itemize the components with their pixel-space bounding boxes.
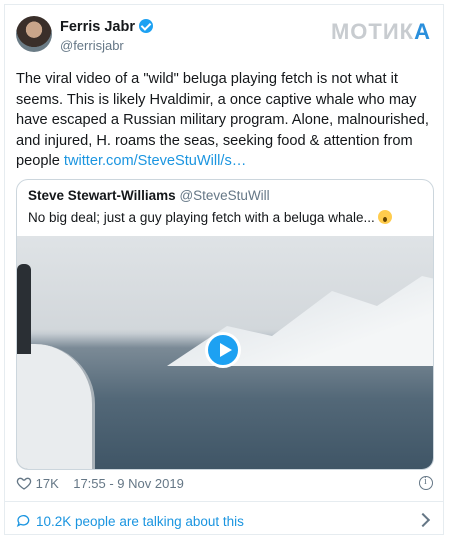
author-handle[interactable]: @ferrisjabr <box>60 38 124 53</box>
watermark-text: МОТИК <box>330 19 415 44</box>
verified-badge-icon <box>138 19 153 33</box>
video-player[interactable] <box>17 236 433 469</box>
quoted-text: No big deal; just a guy playing fetch wi… <box>28 210 393 225</box>
quoted-author-name: Steve Stewart-Williams <box>28 188 176 203</box>
talking-text[interactable]: 10.2K people are talking about this <box>36 514 244 529</box>
tweet-meta: 17K 17:55 - 9 Nov 2019 <box>16 475 184 491</box>
play-button-icon[interactable] <box>205 332 241 368</box>
info-icon[interactable] <box>419 476 433 490</box>
quoted-tweet[interactable]: Steve Stewart-Williams @SteveStuWill No … <box>16 179 434 470</box>
talking-link[interactable]: 10.2K people are talking about this <box>16 513 244 529</box>
quoted-text-body: No big deal; just a guy playing fetch wi… <box>28 210 379 225</box>
tweet-link[interactable]: twitter.com/SteveStuWill/s… <box>64 153 246 169</box>
tweet-text: The viral video of a "wild" beluga playi… <box>16 69 436 172</box>
divider <box>5 501 443 502</box>
quoted-author[interactable]: Steve Stewart-Williams @SteveStuWill <box>28 188 270 203</box>
avatar[interactable] <box>16 16 52 52</box>
chevron-right-icon[interactable] <box>415 512 431 528</box>
video-person <box>17 264 31 354</box>
watermark-logo: МОТИКA <box>331 19 431 45</box>
quoted-author-handle: @SteveStuWill <box>179 188 270 203</box>
heart-icon[interactable] <box>16 475 32 491</box>
surprised-emoji-icon <box>378 210 393 224</box>
video-boat <box>17 344 95 469</box>
timestamp[interactable]: 17:55 - 9 Nov 2019 <box>73 476 184 491</box>
author-name[interactable]: Ferris Jabr <box>60 19 153 35</box>
comment-bubble-icon <box>16 515 30 528</box>
author-name-text[interactable]: Ferris Jabr <box>60 19 135 35</box>
tweet-card: Ferris Jabr @ferrisjabr МОТИКA The viral… <box>4 4 444 535</box>
watermark-accent: A <box>414 19 431 44</box>
like-count[interactable]: 17K <box>36 476 59 491</box>
